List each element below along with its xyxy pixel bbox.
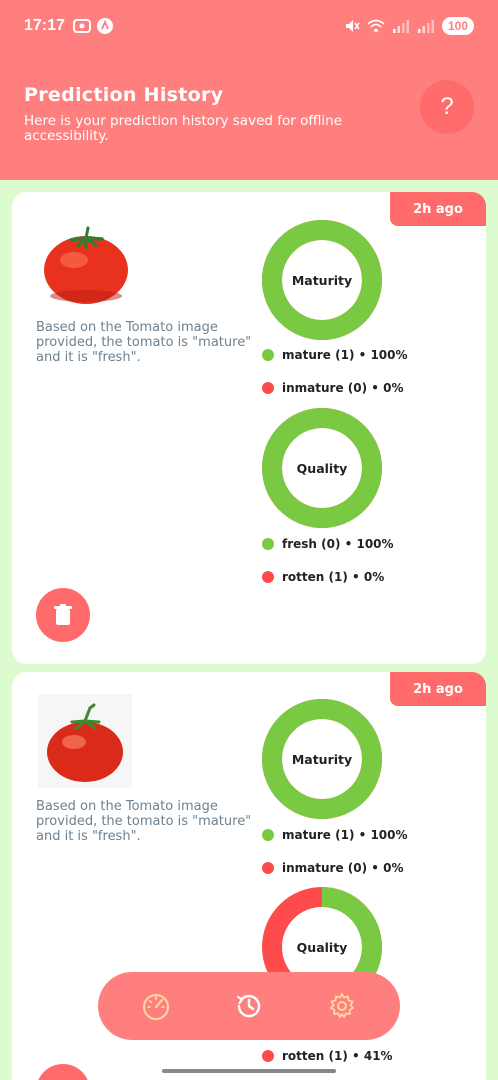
prediction-card: 2h ago Based on the Tomato image provide… xyxy=(12,192,486,664)
maturity-donut-chart: Maturity xyxy=(260,697,384,821)
legend-dot-red xyxy=(262,862,274,874)
quality-donut-chart: Quality xyxy=(260,406,384,530)
legend-text: rotten (1) • 41% xyxy=(282,1049,393,1063)
legend-dot-red xyxy=(262,1050,274,1062)
wifi-icon xyxy=(367,19,385,33)
battery-indicator: 100 xyxy=(441,17,474,35)
legend-text: rotten (1) • 0% xyxy=(282,570,385,584)
history-icon xyxy=(236,994,261,1018)
screen-record-icon xyxy=(72,19,91,33)
legend-dot-green xyxy=(262,829,274,841)
legend-text: inmature (0) • 0% xyxy=(282,861,404,875)
speedometer-icon xyxy=(143,994,170,1020)
legend-text: mature (1) • 100% xyxy=(282,348,408,362)
legend-item: mature (1) • 100% xyxy=(262,348,408,362)
prediction-description: Based on the Tomato image provided, the … xyxy=(36,320,252,365)
tomato-image xyxy=(38,694,132,788)
legend-item: inmature (0) • 0% xyxy=(262,861,404,875)
signal-icon-2 xyxy=(417,20,434,33)
legend-dot-red xyxy=(262,571,274,583)
status-bar: 17:17 100 xyxy=(0,0,498,52)
legend-item: fresh (0) • 100% xyxy=(262,537,394,551)
delete-button[interactable] xyxy=(36,1064,90,1080)
page-title: Prediction History xyxy=(24,84,224,106)
signal-icon xyxy=(392,20,409,33)
delete-button[interactable] xyxy=(36,588,90,642)
mute-icon xyxy=(345,20,360,32)
legend-dot-green xyxy=(262,538,274,550)
app-notification-icon xyxy=(96,18,113,34)
home-indicator[interactable] xyxy=(162,1069,336,1073)
legend-dot-green xyxy=(262,349,274,361)
status-time: 17:17 xyxy=(24,17,65,34)
help-button[interactable]: ? xyxy=(420,80,474,134)
bottom-navigation xyxy=(98,972,400,1040)
legend-item: mature (1) • 100% xyxy=(262,828,408,842)
legend-text: inmature (0) • 0% xyxy=(282,381,404,395)
legend-text: mature (1) • 100% xyxy=(282,828,408,842)
app-header: 17:17 100 Prediction History Here is you… xyxy=(0,0,498,180)
maturity-chart-label: Maturity xyxy=(291,751,353,767)
nav-history-button[interactable] xyxy=(226,983,272,1029)
maturity-donut-chart: Maturity xyxy=(260,218,384,342)
tomato-image xyxy=(38,216,132,310)
trash-icon xyxy=(54,604,72,625)
legend-item: rotten (1) • 0% xyxy=(262,570,384,584)
legend-item: inmature (0) • 0% xyxy=(262,381,404,395)
time-ago-badge: 2h ago xyxy=(390,192,486,226)
legend-item: rotten (1) • 41% xyxy=(262,1049,393,1063)
legend-dot-red xyxy=(262,382,274,394)
page-subtitle: Here is your prediction history saved fo… xyxy=(24,113,343,144)
settings-icon xyxy=(329,993,354,1018)
quality-chart-label: Quality xyxy=(296,460,348,476)
legend-text: fresh (0) • 100% xyxy=(282,537,394,551)
nav-settings-button[interactable] xyxy=(319,983,365,1029)
maturity-chart-label: Maturity xyxy=(291,272,353,288)
nav-predict-button[interactable] xyxy=(133,983,179,1029)
prediction-description: Based on the Tomato image provided, the … xyxy=(36,799,252,844)
time-ago-badge: 2h ago xyxy=(390,672,486,706)
